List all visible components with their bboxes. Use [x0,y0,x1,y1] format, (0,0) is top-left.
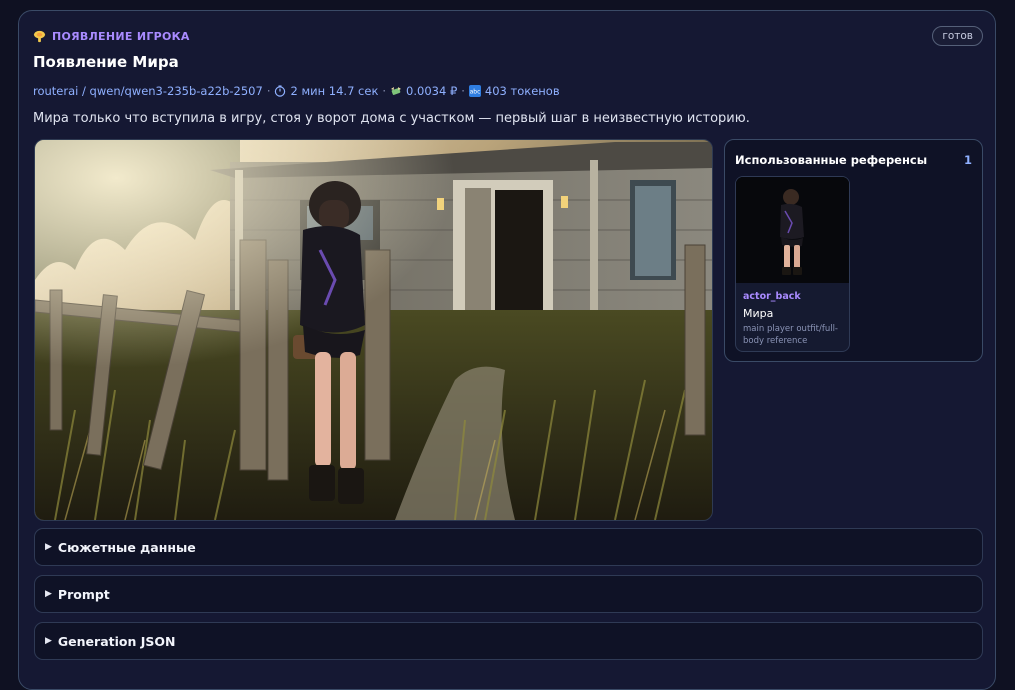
section-prompt[interactable]: ▶ Prompt [34,575,983,613]
meta-separator: · [461,84,465,98]
section-label: Prompt [57,586,110,602]
model-label: routerai / qwen/qwen3-235b-a22b-2507 [33,84,263,98]
cost-value: 0.0034 ₽ [406,84,458,98]
page-title: Появление Мира [33,53,179,71]
section-plot-data[interactable]: ▶ Сюжетные данные [34,528,983,566]
generation-card: ПОЯВЛЕНИЕ ИГРОКА готов Появление Мира ro… [18,10,996,690]
reference-thumbnail [736,177,849,283]
expand-triangle-icon: ▶ [45,636,52,646]
svg-text:abc: abc [470,89,481,96]
section-generation-json[interactable]: ▶ Generation JSON [34,622,983,660]
section-label: Сюжетные данные [57,539,196,555]
reference-name: Мира [743,307,774,320]
references-title: Использованные референсы [735,153,928,167]
reference-note: main player outfit/full-body reference [743,324,839,346]
references-count: 1 [963,153,972,167]
references-panel: Использованные референсы 1 actor_back Ми… [724,139,983,362]
expand-triangle-icon: ▶ [45,542,52,552]
duration-value: 2 мин 14.7 сек [290,84,379,98]
generation-meta: routerai / qwen/qwen3-235b-a22b-2507 · 2… [33,84,560,98]
generated-scene-image[interactable] [34,139,713,521]
meta-separator: · [266,84,271,98]
mushroom-cloud-icon [33,30,46,43]
event-badge-label: ПОЯВЛЕНИЕ ИГРОКА [52,30,190,43]
section-label: Generation JSON [57,633,176,649]
money-wings-icon [391,87,402,95]
reference-figure-image [736,177,849,283]
expand-triangle-icon: ▶ [45,589,52,599]
meta-separator: · [382,84,387,98]
token-count: 403 токенов [484,84,560,98]
abc-input-icon: abc [468,85,481,97]
timer-icon [275,85,286,97]
reference-id: actor_back [743,291,801,302]
status-badge: готов [932,26,983,46]
event-badge: ПОЯВЛЕНИЕ ИГРОКА [33,30,190,43]
scene-description: Мира только что вступила в игру, стоя у … [33,111,750,126]
reference-card[interactable]: actor_back Мира main player outfit/full-… [735,176,850,352]
girl-at-fence-gate-image [35,140,712,520]
